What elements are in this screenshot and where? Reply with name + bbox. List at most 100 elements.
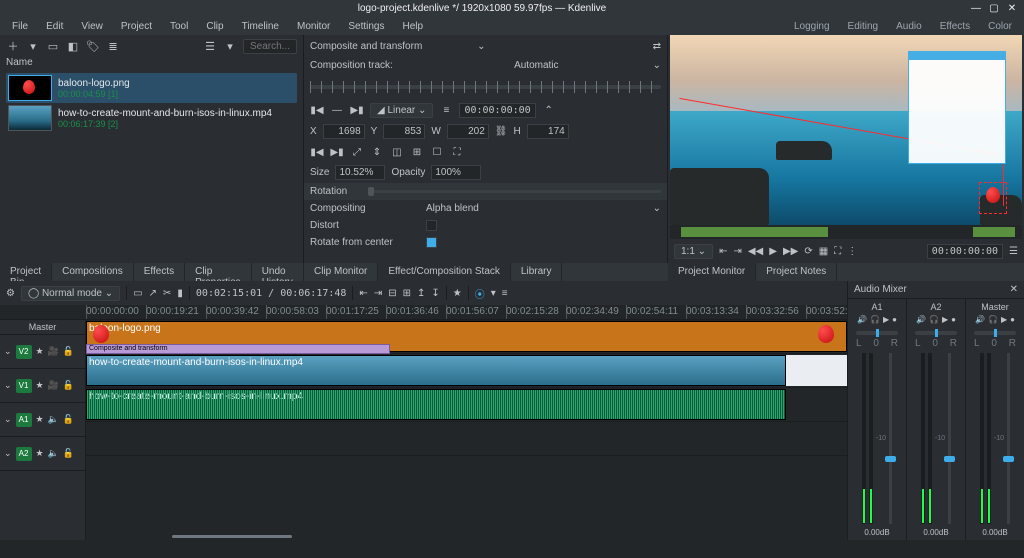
opacity-value[interactable]: 100% <box>431 165 481 180</box>
menu-edit[interactable]: Edit <box>38 19 71 34</box>
track-header-master[interactable]: Master <box>0 320 85 335</box>
align-next-icon[interactable]: ▶▮ <box>330 145 344 159</box>
preview-render-icon[interactable]: ⦿ <box>475 286 485 301</box>
new-folder-icon[interactable]: ▾ <box>26 39 40 53</box>
track-effects-icon[interactable]: ★ <box>36 380 44 391</box>
monitor-ruler[interactable] <box>670 225 1022 239</box>
track-header[interactable]: ⌄V2★🎥🔓 <box>0 335 85 369</box>
speaker-icon[interactable]: 🔊 <box>857 315 867 324</box>
pan-slider[interactable] <box>856 331 898 335</box>
track-lock-icon[interactable]: 🔓 <box>63 448 74 459</box>
mute-icon[interactable]: ▶ <box>883 315 889 324</box>
tab-project-notes[interactable]: Project Notes <box>756 263 837 281</box>
favorite-icon[interactable]: ★ <box>453 288 462 299</box>
delete-clip-icon[interactable]: ▭ <box>46 39 60 53</box>
layout-editing[interactable]: Editing <box>840 19 887 34</box>
monitor-menu2-icon[interactable]: ☰ <box>1009 246 1018 257</box>
menu-settings[interactable]: Settings <box>340 19 392 34</box>
tag-icon[interactable]: 🏷 <box>86 39 100 53</box>
bin-header-name[interactable]: Name <box>0 57 303 71</box>
preview-dropdown-icon[interactable]: ▾ <box>491 288 496 299</box>
kf-next-icon[interactable]: ▶▮ <box>350 104 364 118</box>
timeline-settings-icon[interactable]: ⚙ <box>6 288 15 299</box>
size-h-input[interactable] <box>527 124 569 139</box>
mute-icon[interactable]: ▶ <box>942 315 948 324</box>
align-h-icon[interactable]: ⤢ <box>350 145 364 159</box>
compositing-dropdown-icon[interactable]: ⌄ <box>653 203 661 214</box>
tab-project-bin[interactable]: Project Bin <box>0 263 52 281</box>
mixer-db-value[interactable]: 0.00dB <box>864 528 889 537</box>
pos-x-input[interactable] <box>323 124 365 139</box>
tab-project-monitor[interactable]: Project Monitor <box>668 263 756 281</box>
extract-icon[interactable]: ↧ <box>431 288 439 299</box>
effect-timecode[interactable]: 00:00:00:00 <box>459 103 535 118</box>
timecode-stepper-icon[interactable]: ⌃ <box>542 104 556 118</box>
volume-fader[interactable] <box>1007 353 1010 524</box>
tab-clip-properties[interactable]: Clip Properties <box>185 263 252 281</box>
view-mode-icon[interactable]: ☰ <box>203 39 217 53</box>
track-expand-icon[interactable]: ⌄ <box>4 414 12 425</box>
layout-logging[interactable]: Logging <box>786 19 838 34</box>
track-effects-icon[interactable]: ★ <box>36 346 44 357</box>
layout-audio[interactable]: Audio <box>888 19 930 34</box>
align-v-icon[interactable]: ⇕ <box>370 145 384 159</box>
filter-icon[interactable]: ≣ <box>106 39 120 53</box>
menu-tool[interactable]: Tool <box>162 19 196 34</box>
monitor-in-icon[interactable]: ⇤ <box>719 246 727 257</box>
menu-view[interactable]: View <box>73 19 111 34</box>
composition-track-value[interactable]: Automatic <box>426 60 647 71</box>
menu-help[interactable]: Help <box>395 19 432 34</box>
size-w-input[interactable] <box>447 124 489 139</box>
monitor-timecode[interactable]: 00:00:00:00 <box>927 244 1003 259</box>
bin-item[interactable]: baloon-logo.png00:00:04:59 [1] <box>6 73 297 103</box>
phones-icon[interactable]: 🎧 <box>870 315 880 324</box>
phones-icon[interactable]: 🎧 <box>929 315 939 324</box>
track-lock-icon[interactable]: 🔓 <box>63 380 74 391</box>
sort-icon[interactable]: ◧ <box>66 39 80 53</box>
monitor-loop-icon[interactable]: ⟳ <box>804 246 812 257</box>
interpolation-dropdown[interactable]: ◢ Linear ⌄ <box>370 103 433 118</box>
mixer-db-value[interactable]: 0.00dB <box>982 528 1007 537</box>
solo-icon[interactable]: ● <box>951 315 956 324</box>
speaker-icon[interactable]: 🔊 <box>916 315 926 324</box>
tool-razor-icon[interactable]: ↗ <box>149 288 157 299</box>
overwrite-icon[interactable]: ⊟ <box>388 288 396 299</box>
link-size-icon[interactable]: ⛓ <box>495 126 508 137</box>
mute-icon[interactable]: ▶ <box>1001 315 1007 324</box>
track-header[interactable]: ⌄V1★🎥🔓 <box>0 369 85 403</box>
track-mute-icon[interactable]: 🎥 <box>48 346 59 357</box>
timeline-menu-icon[interactable]: ≡ <box>502 288 508 299</box>
monitor-viewport[interactable] <box>670 35 1022 225</box>
add-clip-icon[interactable]: ＋ <box>6 39 20 53</box>
zone-out-icon[interactable]: ⇥ <box>374 288 382 299</box>
tab-undo-history[interactable]: Undo History <box>252 263 304 281</box>
kf-remove-icon[interactable]: — <box>330 104 344 118</box>
timeline-ruler[interactable]: 00:00:00:0000:00:19:2100:00:39:4200:00:5… <box>0 305 847 320</box>
monitor-overlay-icon[interactable]: ▦ <box>819 246 828 257</box>
tab-clip-monitor[interactable]: Clip Monitor <box>304 263 378 281</box>
monitor-play-icon[interactable]: ▶ <box>769 246 777 257</box>
view-mode-dropdown-icon[interactable]: ▾ <box>223 39 237 53</box>
monitor-menu-icon[interactable]: ⋮ <box>847 246 857 257</box>
tool-cut-icon[interactable]: ✂ <box>163 288 171 299</box>
menu-clip[interactable]: Clip <box>198 19 231 34</box>
track-expand-icon[interactable]: ⌄ <box>4 346 12 357</box>
kf-prev-icon[interactable]: ▮◀ <box>310 104 324 118</box>
mixer-db-value[interactable]: 0.00dB <box>923 528 948 537</box>
timeline-scrollbar[interactable] <box>172 535 292 538</box>
original-size-icon[interactable]: ☐ <box>430 145 444 159</box>
distort-checkbox[interactable] <box>426 220 437 231</box>
window-maximize-icon[interactable]: ▢ <box>988 3 1000 14</box>
rotate-center-checkbox[interactable] <box>426 237 437 248</box>
menu-project[interactable]: Project <box>113 19 160 34</box>
tab-effects[interactable]: Effects <box>134 263 185 281</box>
pan-slider[interactable] <box>974 331 1016 335</box>
window-close-icon[interactable]: ✕ <box>1006 3 1018 14</box>
track-lock-icon[interactable]: 🔓 <box>63 346 74 357</box>
overlay-logo-handle[interactable] <box>982 185 1004 211</box>
clip-v1[interactable]: how-to-create-mount-and-burn-isos-in-lin… <box>86 355 786 386</box>
clip-a1[interactable]: how-to-create-mount-and-burn-isos-in-lin… <box>86 389 786 420</box>
speaker-icon[interactable]: 🔊 <box>975 315 985 324</box>
menu-monitor[interactable]: Monitor <box>289 19 338 34</box>
fit-height-icon[interactable]: ⊞ <box>410 145 424 159</box>
